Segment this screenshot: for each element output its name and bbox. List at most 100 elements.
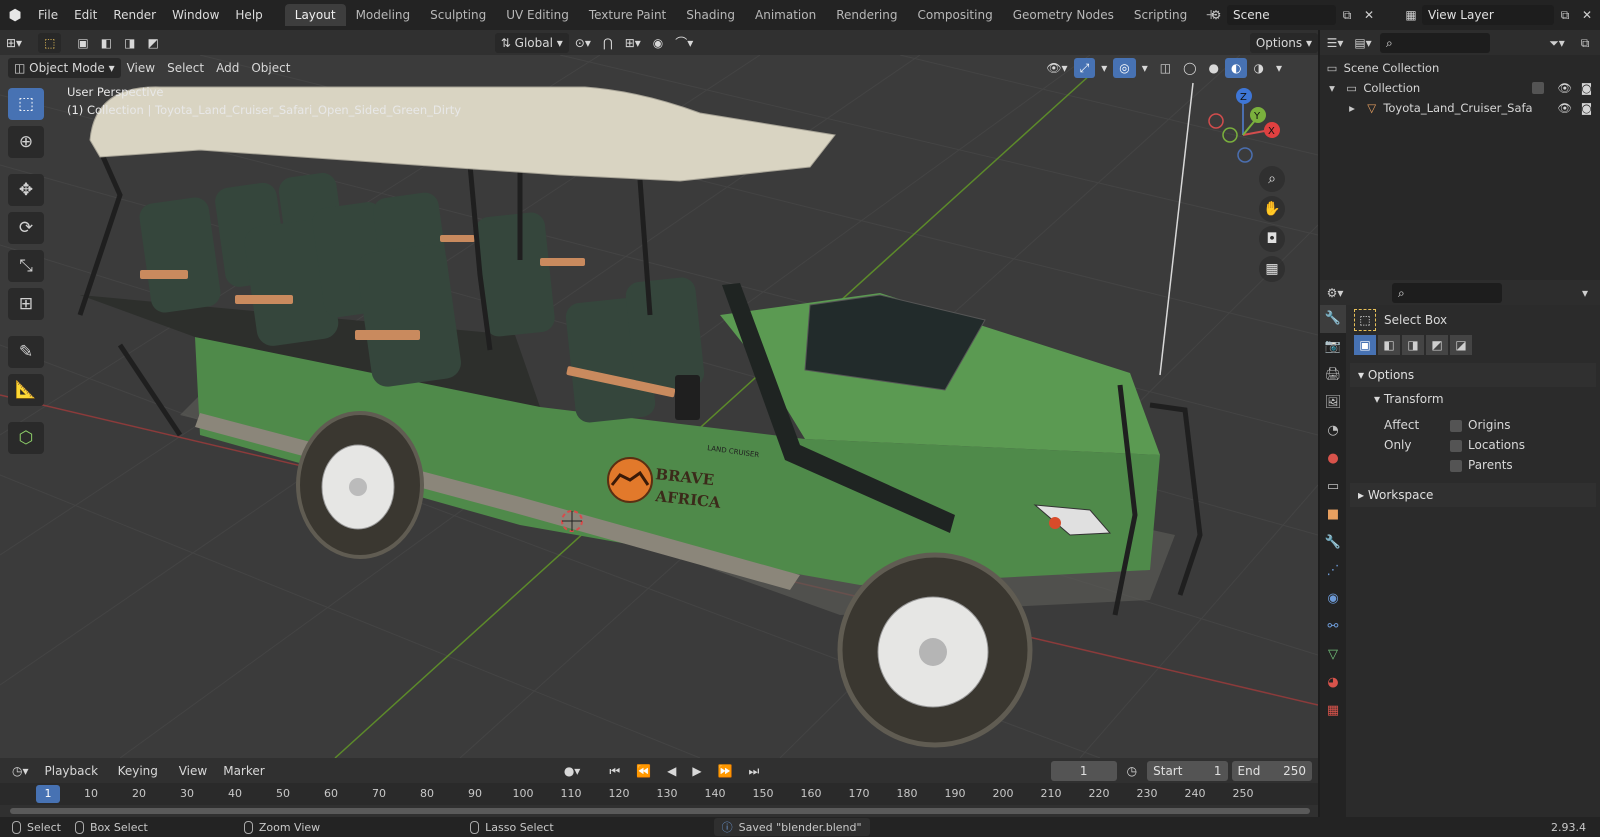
menu-help[interactable]: Help [227,0,270,30]
collection-checkbox[interactable] [1532,82,1544,94]
render-tab-icon[interactable]: 📷 [1320,333,1346,361]
new-collection-icon[interactable]: ⧉ [1574,33,1596,53]
select-mode-extend-icon[interactable]: ◧ [95,33,118,53]
zoom-icon[interactable]: ⌕ [1259,166,1285,192]
menu-render[interactable]: Render [105,0,164,30]
new-view-layer-icon[interactable]: ⧉ [1554,5,1576,25]
play-reverse-icon[interactable]: ◀ [661,761,682,781]
texture-tab-icon[interactable]: ▦ [1320,697,1346,725]
particles-tab-icon[interactable]: ⋰ [1320,557,1346,585]
overlay-dropdown-icon[interactable]: ▾ [1136,58,1154,78]
visibility-icon[interactable]: 👁▾ [1040,58,1073,78]
collection-tab-icon[interactable]: ▭ [1320,473,1346,501]
locations-checkbox-row[interactable]: Locations [1450,435,1525,455]
xray-icon[interactable]: ◫ [1154,58,1177,78]
tab-uv-editing[interactable]: UV Editing [496,4,579,26]
tab-geometry-nodes[interactable]: Geometry Nodes [1003,4,1124,26]
timeline-ruler[interactable]: 1 10 20 30 40 50 60 70 80 90 100 110 120 130 140 150 16… [0,783,1318,805]
output-tab-icon[interactable]: 🖨 [1320,361,1346,389]
outliner-search-input[interactable]: ⌕ [1380,32,1490,53]
menu-object[interactable]: Object [245,58,296,78]
playhead[interactable]: 1 [36,785,60,803]
filter-icon[interactable]: ⏷▾ [1546,33,1568,53]
mode-difference-icon[interactable]: ◩ [1426,335,1448,355]
gizmo-toggle-icon[interactable]: ⤢ [1073,57,1096,78]
options-panel-header[interactable]: ▾ Options [1350,363,1596,387]
editor-type-icon[interactable]: ⊞▾ [0,33,28,53]
keying-menu[interactable]: Keying ▾ [112,761,169,798]
marker-menu[interactable]: Marker [217,761,270,781]
menu-add[interactable]: Add [210,58,245,78]
expand-arrow-icon[interactable]: ▸ [1344,98,1360,118]
snap-icon[interactable]: ⋂ [597,33,619,53]
proportional-edit-icon[interactable]: ◉ [647,33,669,53]
object-render-icon[interactable]: ◙ [1581,98,1592,118]
ortho-grid-icon[interactable]: ▦ [1259,256,1285,282]
select-mode-invert-icon[interactable]: ◩ [141,33,164,53]
rendered-shading-icon[interactable]: ◑ [1247,58,1269,78]
collection-render-icon[interactable]: ◙ [1581,78,1592,98]
view-layer-tab-icon[interactable]: 🖼 [1320,389,1346,417]
jump-end-icon[interactable]: ⏭ [743,761,766,781]
scale-tool-icon[interactable]: ⤡ [8,250,44,282]
gizmo-dropdown-icon[interactable]: ▾ [1095,58,1113,78]
menu-window[interactable]: Window [164,0,227,30]
expand-arrow-icon[interactable]: ▾ [1324,78,1340,98]
3d-viewport[interactable]: BRAVE AFRICA LAND CRUISER Z Y X User Per… [0,55,1318,758]
cursor-tool-icon[interactable]: ⊕ [8,126,44,158]
pan-hand-icon[interactable]: ✋ [1259,196,1285,222]
view-layer-field[interactable]: View Layer [1422,5,1554,25]
tab-texture-paint[interactable]: Texture Paint [579,4,676,26]
snap-target-icon[interactable]: ⊞▾ [619,33,647,53]
scene-tab-icon[interactable]: ◔ [1320,417,1346,445]
tab-modeling[interactable]: Modeling [346,4,421,26]
mode-set-icon[interactable]: ▣ [1354,335,1376,355]
mode-intersect-icon[interactable]: ◪ [1450,335,1472,355]
axis-gizmo[interactable]: Z Y X [1208,88,1280,163]
delete-scene-icon[interactable]: ✕ [1358,5,1380,25]
tool-tab-icon[interactable]: 🔧 [1320,305,1346,333]
jump-keyframe-back-icon[interactable]: ⏪ [630,761,657,781]
material-shading-icon[interactable]: ◐ [1225,57,1248,78]
new-scene-icon[interactable]: ⧉ [1336,5,1358,25]
end-frame-field[interactable]: End 250 [1231,760,1312,781]
jump-keyframe-forward-icon[interactable]: ⏩ [712,761,739,781]
menu-view[interactable]: View [121,58,161,78]
locations-checkbox[interactable] [1450,439,1462,452]
scene-name-field[interactable]: Scene [1227,5,1336,25]
modifier-tab-icon[interactable]: 🔧 [1320,529,1346,557]
record-icon[interactable]: ●▾ [558,761,587,781]
jump-start-icon[interactable]: ⏮ [603,761,626,781]
data-tab-icon[interactable]: ▽ [1320,641,1346,669]
object-tab-icon[interactable]: ■ [1320,501,1346,529]
annotate-tool-icon[interactable]: ✎ [8,336,44,368]
play-icon[interactable]: ▶ [686,761,707,781]
select-box-tool-icon[interactable]: ⬚ [8,88,44,120]
select-tool-icon[interactable]: ⬚ [38,32,62,53]
origins-checkbox[interactable] [1450,419,1462,432]
move-tool-icon[interactable]: ✥ [8,174,44,206]
display-mode-icon[interactable]: ▤▾ [1352,33,1374,53]
tab-scripting[interactable]: Scripting [1124,4,1197,26]
camera-view-icon[interactable]: ◘ [1259,226,1285,252]
measure-tool-icon[interactable]: 📐 [8,374,44,406]
tab-compositing[interactable]: Compositing [907,4,1002,26]
select-mode-new-icon[interactable]: ▣ [71,33,94,53]
properties-options-icon[interactable]: ▾ [1574,283,1596,303]
material-tab-icon[interactable]: ◕ [1320,669,1346,697]
world-tab-icon[interactable]: ● [1320,445,1346,473]
wireframe-shading-icon[interactable]: ◯ [1177,58,1202,78]
view-layer-icon[interactable]: ▦ [1400,5,1422,25]
properties-editor-icon[interactable]: ⚙▾ [1324,283,1346,303]
timeline-scrollbar[interactable] [10,808,1310,814]
start-frame-field[interactable]: Start 1 [1147,760,1228,781]
physics-tab-icon[interactable]: ◉ [1320,585,1346,613]
select-mode-subtract-icon[interactable]: ◨ [118,33,141,53]
mode-dropdown[interactable]: ◫ Object Mode ▾ [8,57,121,78]
tab-sculpting[interactable]: Sculpting [420,4,496,26]
transform-orientation-dropdown[interactable]: ⇅ Global ▾ [494,32,569,53]
properties-search-input[interactable]: ⌕ [1392,282,1502,303]
playback-menu[interactable]: Playback ▾ [39,761,108,798]
options-dropdown[interactable]: Options ▾ [1249,32,1318,53]
solid-shading-icon[interactable]: ● [1203,58,1225,78]
